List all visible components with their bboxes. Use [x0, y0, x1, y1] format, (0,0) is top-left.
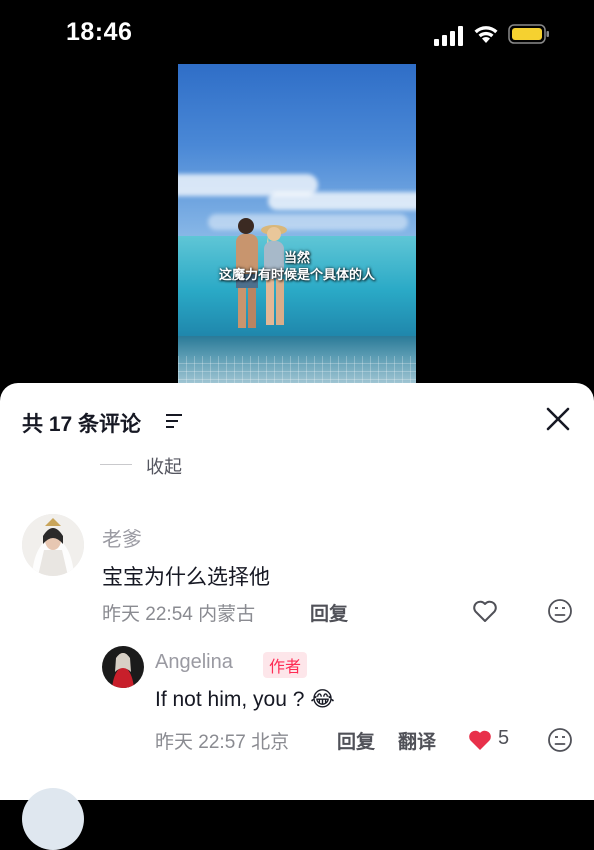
reply-button[interactable]: 回复: [310, 599, 348, 626]
author-badge: 作者: [263, 652, 308, 678]
comment-location: 北京: [251, 732, 290, 753]
comment-item: 老爹 宝宝为什么选择他 昨天 22:54 内蒙古 回复: [0, 511, 594, 631]
avatar-image: [22, 514, 84, 576]
comment-meta: 昨天 22:57 北京: [155, 727, 289, 754]
status-time: 18:46: [66, 18, 133, 46]
status-bar: 18:46: [0, 0, 594, 70]
pool-tiles: [178, 356, 416, 386]
collapse-label: 收起: [146, 457, 182, 477]
like-count: 5: [498, 727, 510, 749]
video-caption: 当然 这魔力有时候是个具体的人: [178, 250, 416, 284]
comment-username[interactable]: Angelina: [155, 651, 233, 674]
comment-username[interactable]: 老爹: [102, 523, 142, 552]
video-caption-line2: 这魔力有时候是个具体的人: [218, 268, 375, 283]
video-caption-line1: 当然: [283, 251, 310, 266]
emoji-reaction-icon[interactable]: [547, 727, 573, 753]
like-heart-icon[interactable]: [472, 599, 498, 623]
collapse-divider: [100, 464, 132, 465]
comment-sheet: 共 17 条评论 收起 老爹 宝宝为什么选择他 昨天 22:54 内蒙古 回复 …: [0, 383, 594, 850]
comment-text: 宝宝为什么选择他: [102, 566, 270, 589]
reply-button[interactable]: 回复: [337, 727, 375, 754]
like-heart-filled-icon[interactable]: [467, 728, 493, 752]
avatar[interactable]: [102, 646, 144, 688]
comment-location: 内蒙古: [198, 604, 256, 625]
comment-sheet-header: 共 17 条评论: [0, 383, 594, 455]
comment-count-title: 共 17 条评论: [22, 413, 142, 436]
translate-button[interactable]: 翻译: [398, 727, 436, 754]
couple-figure: [236, 218, 287, 328]
next-comment-avatar[interactable]: [22, 788, 84, 850]
comment-meta: 昨天 22:54 内蒙古: [102, 599, 255, 626]
comment-time: 昨天 22:57: [155, 732, 246, 753]
video-player[interactable]: 当然 这魔力有时候是个具体的人: [178, 64, 416, 386]
battery-icon: [508, 24, 549, 44]
avatar-image: [102, 646, 144, 688]
reply-comment-item: Angelina 作者 If not him, you ? 😂 昨天 22:57…: [0, 643, 594, 763]
signal-icon: [434, 26, 463, 46]
sort-filter-icon[interactable]: [164, 412, 184, 430]
comment-text: If not him, you ? 😂: [155, 688, 335, 711]
avatar[interactable]: [22, 514, 84, 576]
wifi-icon: [474, 26, 498, 43]
comment-time: 昨天 22:54: [102, 604, 193, 625]
close-icon[interactable]: [544, 405, 572, 433]
emoji-reaction-icon[interactable]: [547, 598, 573, 624]
